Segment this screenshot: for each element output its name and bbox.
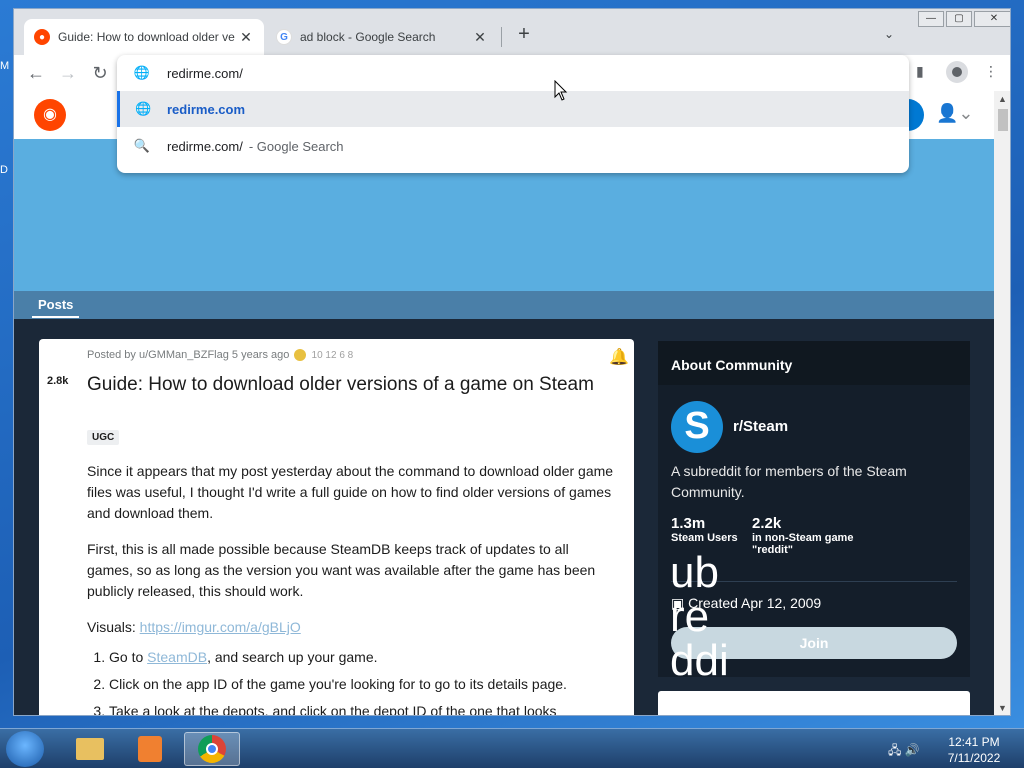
step-text: , and search up your game. bbox=[207, 649, 378, 665]
member-label: Steam Users bbox=[671, 532, 738, 544]
search-icon: 🔍 bbox=[133, 138, 151, 153]
suggestion-suffix: - Google Search bbox=[248, 138, 344, 154]
side-panel-icon[interactable]: ▮ bbox=[916, 63, 924, 80]
online-stat: 2.2k in non-Steam game "reddit" bbox=[752, 515, 882, 556]
list-item: Go to SteamDB, and search up your game. bbox=[109, 647, 617, 668]
post-flair[interactable]: UGC bbox=[87, 430, 120, 445]
profile-avatar-icon[interactable] bbox=[946, 61, 968, 83]
clock-time: 12:41 PM bbox=[948, 735, 1000, 749]
tray-icons[interactable]: 🖧 🔊 bbox=[888, 741, 920, 762]
system-clock[interactable]: 12:41 PM 7/11/2022 bbox=[942, 734, 1006, 766]
file-explorer-taskbar-icon[interactable] bbox=[62, 732, 118, 766]
suggestion-text: redirme.com bbox=[167, 101, 246, 117]
list-item: Click on the app ID of the game you're l… bbox=[109, 674, 617, 695]
visuals-line: Visuals: https://imgur.com/a/gBLjO bbox=[87, 617, 617, 638]
window-controls: — ▢ ✕ bbox=[916, 11, 1010, 27]
forward-arrow-icon[interactable]: → bbox=[57, 62, 79, 84]
maximize-button[interactable]: ▢ bbox=[946, 11, 972, 27]
web-page: ◉ 👤⌄ Posts 2.8k Posted by u/GMMan_BZFlag… bbox=[14, 91, 994, 715]
award-icon bbox=[294, 349, 307, 362]
bell-icon[interactable]: 🔔 bbox=[609, 347, 629, 367]
suggestion-row[interactable]: 🔍 redirme.com/ - Google Search bbox=[117, 128, 909, 164]
steamdb-link[interactable]: SteamDB bbox=[147, 649, 207, 665]
new-tab-button[interactable]: + bbox=[512, 23, 536, 46]
omnibox-dropdown: 🌐 redirme.com/ 🌐 redirme.com 🔍 redirme.c… bbox=[117, 55, 909, 173]
step-text: Go to bbox=[109, 649, 148, 665]
google-icon: G bbox=[276, 29, 292, 45]
clock-date: 7/11/2022 bbox=[947, 751, 1001, 765]
post-card[interactable]: 2.8k Posted by u/GMMan_BZFlag 5 years ag… bbox=[39, 339, 634, 715]
subreddit-description: A subreddit for members of the Steam Com… bbox=[671, 463, 907, 500]
address-input[interactable]: redirme.com/ bbox=[167, 66, 243, 81]
online-label: in non-Steam game "reddit" bbox=[752, 532, 854, 556]
globe-icon: 🌐 bbox=[133, 65, 151, 80]
sidebar-card bbox=[658, 691, 970, 715]
reload-icon[interactable]: ↻ bbox=[89, 62, 111, 84]
tab-separator bbox=[501, 27, 502, 47]
mouse-cursor-icon bbox=[554, 80, 568, 101]
close-icon[interactable]: ✕ bbox=[472, 29, 488, 46]
online-count: 2.2k bbox=[752, 515, 782, 532]
member-count: 1.3m bbox=[671, 515, 706, 532]
post-author-line[interactable]: Posted by u/GMMan_BZFlag 5 years ago bbox=[87, 349, 289, 361]
tab-google-search[interactable]: G ad block - Google Search ✕ bbox=[266, 19, 498, 55]
steps-list: Go to SteamDB, and search up your game. … bbox=[87, 647, 617, 715]
list-item: Take a look at the depots, and click on … bbox=[109, 701, 617, 715]
scroll-up-icon[interactable]: ▲ bbox=[998, 94, 1007, 104]
close-icon[interactable]: ✕ bbox=[238, 29, 254, 46]
post-title[interactable]: Guide: How to download older versions of… bbox=[87, 373, 607, 397]
tab-title: ad block - Google Search bbox=[300, 30, 436, 44]
user-menu-icon[interactable]: 👤⌄ bbox=[936, 103, 974, 124]
about-community-header: About Community bbox=[658, 341, 970, 385]
taskbar: 🖧 🔊 12:41 PM 7/11/2022 bbox=[0, 728, 1024, 768]
visuals-label: Visuals: bbox=[87, 619, 140, 635]
subreddit-nav: Posts bbox=[14, 291, 994, 319]
address-bar[interactable]: 🌐 redirme.com/ bbox=[117, 55, 909, 91]
tab-title: Guide: How to download older ve bbox=[58, 30, 235, 44]
more-menu-icon[interactable]: ⋮ bbox=[984, 63, 998, 80]
visuals-link[interactable]: https://imgur.com/a/gBLjO bbox=[140, 619, 301, 635]
vote-count: 2.8k bbox=[47, 375, 69, 387]
reddit-logo-icon[interactable]: ◉ bbox=[34, 99, 66, 131]
scrollbar-thumb[interactable] bbox=[998, 109, 1008, 131]
browser-window: ● Guide: How to download older ve ✕ G ad… bbox=[13, 8, 1011, 716]
member-stat: 1.3m Steam Users bbox=[671, 515, 738, 544]
minimize-button[interactable]: — bbox=[918, 11, 944, 27]
scroll-down-icon[interactable]: ▼ bbox=[998, 703, 1007, 713]
start-button[interactable] bbox=[6, 731, 44, 767]
tab-reddit-guide[interactable]: ● Guide: How to download older ve ✕ bbox=[24, 19, 264, 55]
suggestion-row[interactable]: 🌐 redirme.com bbox=[117, 91, 909, 127]
tab-posts[interactable]: Posts bbox=[32, 297, 80, 318]
chevron-down-icon[interactable]: ⌄ bbox=[884, 27, 894, 41]
reddit-icon: ● bbox=[34, 29, 50, 45]
desktop-icon-label: D bbox=[0, 164, 8, 176]
overflow-text: ubreddi bbox=[670, 548, 729, 685]
globe-icon: 🌐 bbox=[135, 101, 152, 116]
desktop-icon-label: M bbox=[0, 60, 10, 72]
subreddit-avatar[interactable]: S bbox=[671, 401, 723, 453]
close-window-button[interactable]: ✕ bbox=[974, 11, 1010, 27]
post-paragraph: First, this is all made possible because… bbox=[87, 541, 596, 599]
post-meta: Posted by u/GMMan_BZFlag 5 years ago 10 … bbox=[87, 349, 354, 362]
post-paragraph: Since it appears that my post yesterday … bbox=[87, 463, 614, 521]
scrollbar[interactable]: ▲ ▼ bbox=[994, 91, 1010, 715]
media-player-taskbar-icon[interactable] bbox=[122, 732, 178, 766]
suggestion-text: redirme.com/ bbox=[167, 138, 243, 154]
chrome-taskbar-icon[interactable] bbox=[184, 732, 240, 766]
award-counts: 10 12 6 8 bbox=[311, 350, 354, 361]
subreddit-name[interactable]: r/Steam bbox=[733, 418, 788, 435]
back-arrow-icon[interactable]: ← bbox=[25, 62, 47, 84]
tab-strip: ● Guide: How to download older ve ✕ G ad… bbox=[14, 9, 1010, 55]
